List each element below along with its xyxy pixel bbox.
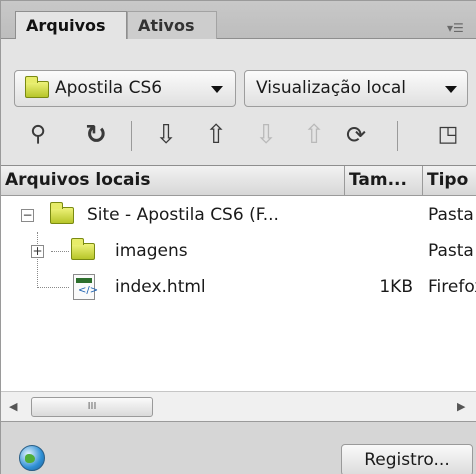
file-type: Pasta [428, 205, 474, 225]
chevron-down-icon [211, 86, 223, 93]
folder-icon [50, 202, 74, 224]
check-in-icon[interactable]: ⇧ [297, 115, 331, 155]
view-select[interactable]: Visualização local [244, 70, 468, 107]
file-name: imagens [115, 241, 188, 261]
scroll-left-icon[interactable]: ◀ [9, 400, 17, 413]
folder-icon [71, 238, 95, 260]
panel-tab-strip: Arquivos Ativos ▾☰ [1, 1, 476, 40]
toolbar-separator [131, 121, 132, 151]
status-bar: Registro... [1, 421, 476, 474]
put-files-icon[interactable]: ⇧ [199, 115, 233, 155]
file-type: Firefox [428, 277, 476, 297]
synchronize-icon[interactable]: ⟳ [339, 115, 373, 155]
file-list-header: Arquivos locais Tam... Tipo [1, 166, 476, 196]
expand-icon[interactable]: ◳ [431, 115, 465, 155]
connect-icon[interactable]: ⚲ [21, 115, 55, 155]
tab-arquivos[interactable]: Arquivos [15, 11, 127, 40]
list-item-index-html[interactable]: </> index.html 1KB Firefox [1, 270, 476, 304]
file-list: Arquivos locais Tam... Tipo − Site - Apo… [1, 165, 476, 391]
file-type: Pasta [428, 241, 474, 261]
log-button[interactable]: Registro... [341, 444, 473, 474]
collapse-icon[interactable]: − [21, 209, 34, 222]
expand-icon[interactable]: + [31, 245, 44, 258]
column-header-type[interactable]: Tipo [423, 166, 476, 195]
folder-icon [25, 76, 49, 98]
view-select-value: Visualização local [256, 78, 406, 98]
horizontal-scrollbar[interactable]: ◀ III ▶ [1, 391, 476, 421]
chevron-down-icon [445, 86, 457, 93]
check-out-icon[interactable]: ⇩ [249, 115, 283, 155]
list-item-imagens[interactable]: + imagens Pasta [1, 234, 476, 268]
column-header-size[interactable]: Tam... [345, 166, 423, 195]
toolbar: Apostila CS6 Visualização local ⚲ ↻ ⇩ ⇧ … [1, 39, 476, 165]
globe-icon[interactable] [19, 445, 45, 471]
file-size: 1KB [379, 277, 413, 297]
column-header-name[interactable]: Arquivos locais [1, 166, 345, 195]
refresh-icon[interactable]: ↻ [79, 115, 113, 155]
site-select[interactable]: Apostila CS6 [14, 70, 236, 107]
scrollbar-thumb[interactable]: III [31, 397, 153, 417]
file-name: Site - Apostila CS6 (F... [87, 205, 279, 225]
file-name: index.html [115, 277, 206, 297]
files-panel: Arquivos Ativos ▾☰ Apostila CS6 Visualiz… [0, 0, 476, 474]
panel-menu-icon[interactable]: ▾☰ [447, 21, 464, 35]
toolbar-separator [397, 121, 398, 151]
toolbar-icons: ⚲ ↻ ⇩ ⇧ ⇩ ⇧ ⟳ ◳ [1, 115, 476, 155]
list-item-site-root[interactable]: − Site - Apostila CS6 (F... Pasta [1, 198, 476, 232]
get-files-icon[interactable]: ⇩ [149, 115, 183, 155]
site-select-value: Apostila CS6 [55, 78, 163, 98]
html-file-icon: </> [73, 274, 98, 300]
tab-ativos[interactable]: Ativos [127, 11, 217, 40]
scroll-right-icon[interactable]: ▶ [457, 400, 465, 413]
